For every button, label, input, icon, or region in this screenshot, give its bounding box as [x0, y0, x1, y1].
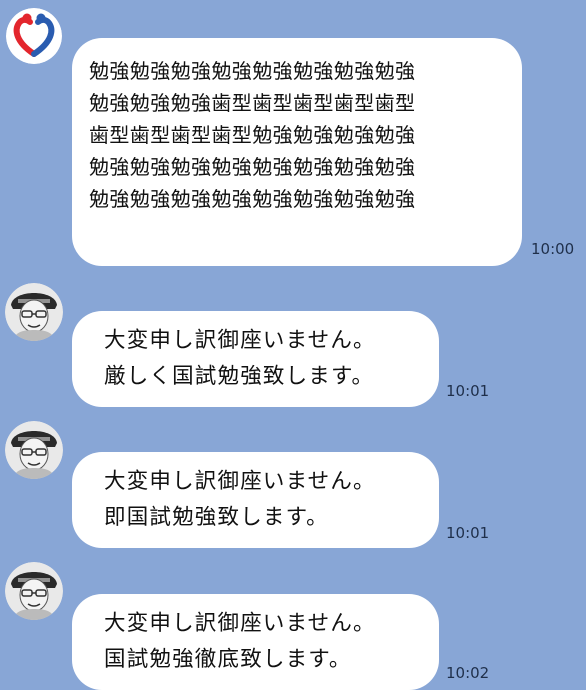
message-line: 勉強勉強勉強勉強勉強勉強勉強勉強 [89, 187, 416, 211]
message-line: 厳しく国試勉強致します。 [104, 364, 375, 389]
message-bubble[interactable]: 大変申し訳御座いません。 厳しく国試勉強致します。 [72, 311, 439, 407]
message-timestamp: 10:02 [446, 664, 490, 682]
message-line: 勉強勉強勉強勉強勉強勉強勉強勉強 [89, 59, 416, 83]
person-avatar-icon [5, 562, 63, 620]
message-timestamp: 10:01 [446, 524, 490, 542]
heart-people-logo-icon [6, 8, 62, 64]
message-bubble[interactable]: 勉強勉強勉強勉強勉強勉強勉強勉強 勉強勉強勉強歯型歯型歯型歯型歯型 歯型歯型歯型… [72, 38, 522, 266]
message-timestamp: 10:01 [446, 382, 490, 400]
message-line: 国試勉強徹底致します。 [104, 647, 352, 672]
sender-avatar[interactable] [5, 283, 63, 341]
message-line: 勉強勉強勉強勉強勉強勉強勉強勉強 [89, 155, 416, 179]
sender-avatar[interactable] [6, 8, 62, 64]
message-bubble[interactable]: 大変申し訳御座いません。 即国試勉強致します。 [72, 452, 439, 548]
message-line: 大変申し訳御座いません。 [104, 469, 376, 494]
person-avatar-icon [5, 283, 63, 341]
message-timestamp: 10:00 [531, 240, 575, 258]
message-line: 大変申し訳御座いません。 [104, 328, 376, 353]
message-line: 歯型歯型歯型歯型勉強勉強勉強勉強 [89, 123, 416, 147]
message-line: 即国試勉強致します。 [104, 505, 329, 530]
message-line: 大変申し訳御座いません。 [104, 611, 376, 636]
person-avatar-icon [5, 421, 63, 479]
message-bubble[interactable]: 大変申し訳御座いません。 国試勉強徹底致します。 [72, 594, 439, 690]
message-line: 勉強勉強勉強歯型歯型歯型歯型歯型 [89, 91, 416, 115]
sender-avatar[interactable] [5, 562, 63, 620]
sender-avatar[interactable] [5, 421, 63, 479]
